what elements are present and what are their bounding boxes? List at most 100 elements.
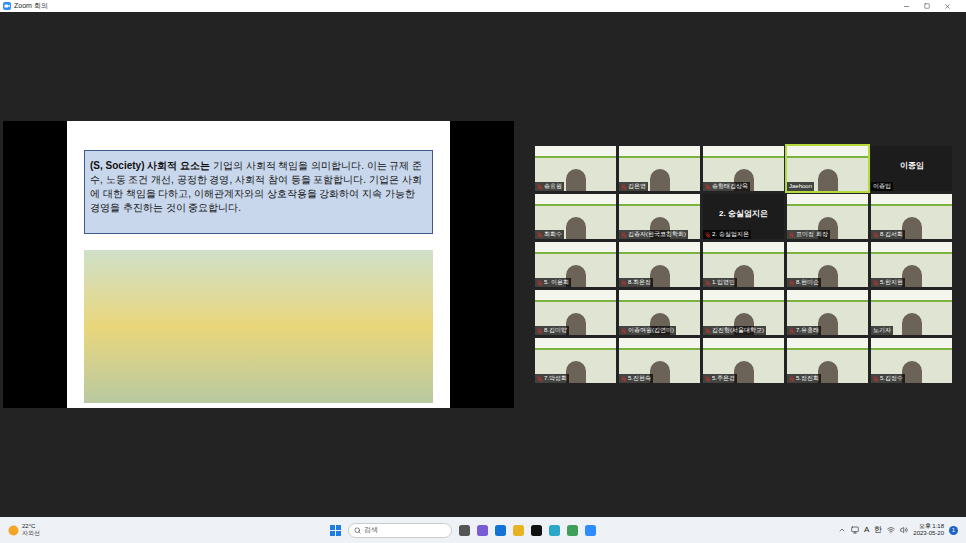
taskbar-app-icon[interactable] bbox=[549, 525, 560, 536]
name-label: 김은영 bbox=[619, 182, 648, 191]
zoom-logo-icon bbox=[3, 2, 11, 10]
slide-illustration bbox=[84, 250, 433, 403]
muted-mic-icon bbox=[621, 280, 627, 286]
participant-tile[interactable]: 8.김미양 bbox=[535, 290, 616, 335]
taskbar-app-icon[interactable] bbox=[531, 525, 542, 536]
participant-tile[interactable]: 2. 숭실엄지은 2. 숭실엄지은 bbox=[703, 194, 784, 239]
participant-tile[interactable]: 이종여원(김연미) bbox=[619, 290, 700, 335]
name-label: 노기자 bbox=[871, 326, 893, 335]
volume-icon[interactable] bbox=[900, 526, 908, 534]
participant-tile[interactable]: 김은영 bbox=[619, 146, 700, 191]
muted-mic-icon bbox=[705, 184, 711, 190]
participant-tile[interactable]: 송형태김상욱 bbox=[703, 146, 784, 191]
tray-app-icon[interactable] bbox=[851, 526, 859, 534]
name-label: 5.한지현 bbox=[871, 278, 905, 287]
participant-tile[interactable]: 이종임이종임 bbox=[871, 146, 952, 191]
participant-tile[interactable]: 8.최은정 bbox=[619, 242, 700, 287]
name-label: Jaehoon bbox=[787, 182, 814, 191]
name-label: 송효원 bbox=[535, 182, 564, 191]
taskbar-app-icon[interactable] bbox=[459, 525, 470, 536]
ime-indicator[interactable]: A bbox=[864, 524, 869, 536]
notification-badge[interactable]: 1 bbox=[949, 526, 958, 535]
muted-mic-icon bbox=[705, 280, 711, 286]
name-label: 1.임영민 bbox=[703, 278, 737, 287]
participant-tile[interactable]: Jaehoon bbox=[787, 146, 868, 191]
tray-chevron-icon[interactable] bbox=[838, 526, 846, 534]
search-icon bbox=[354, 527, 361, 534]
muted-mic-icon bbox=[537, 376, 543, 382]
title-bar: Zoom 회의 bbox=[0, 0, 966, 12]
maximize-icon[interactable] bbox=[924, 3, 930, 9]
name-label: 8.김서희 bbox=[871, 230, 905, 239]
meeting-area: (S, Society) 사회적 요소는 기업의 사회적 책임을 의미합니다. … bbox=[0, 12, 966, 517]
network-icon[interactable] bbox=[887, 526, 895, 534]
name-label: 5. 이윤희 bbox=[535, 278, 571, 287]
name-label: 7.유홍래 bbox=[787, 326, 821, 335]
participant-tile[interactable]: 노기자 bbox=[871, 290, 952, 335]
muted-mic-icon bbox=[873, 232, 879, 238]
participant-tile[interactable]: 5.김정수 bbox=[871, 338, 952, 383]
minimize-icon[interactable] bbox=[903, 3, 910, 10]
taskbar-app-icon[interactable] bbox=[477, 525, 488, 536]
muted-mic-icon bbox=[621, 232, 627, 238]
name-label: 8.김미양 bbox=[535, 326, 569, 335]
name-label: 5.진현숙 bbox=[619, 374, 653, 383]
participant-name-display: 2. 숭실엄지은 bbox=[719, 208, 768, 220]
slide: (S, Society) 사회적 요소는 기업의 사회적 책임을 의미합니다. … bbox=[67, 121, 450, 408]
name-label: 2. 숭실엄지은 bbox=[703, 230, 751, 239]
windows-start-icon[interactable] bbox=[330, 525, 341, 536]
participant-tile[interactable]: 7.유홍래 bbox=[787, 290, 868, 335]
name-label: 김종자(한국코칭학회) bbox=[619, 230, 688, 239]
name-label: 표미정 회장 bbox=[787, 230, 830, 239]
window-title: Zoom 회의 bbox=[14, 2, 48, 10]
screen: Zoom 회의 (S, Society) 사회적 요소는 기업의 사회적 책임을 … bbox=[0, 0, 966, 543]
participant-tile[interactable]: 송효원 bbox=[535, 146, 616, 191]
muted-mic-icon bbox=[537, 184, 543, 190]
participant-tile[interactable]: 김종자(한국코칭학회) bbox=[619, 194, 700, 239]
name-label: 7.박성희 bbox=[535, 374, 569, 383]
muted-mic-icon bbox=[789, 328, 795, 334]
muted-mic-icon bbox=[705, 376, 711, 382]
ime-indicator[interactable]: 한 bbox=[874, 524, 882, 536]
muted-mic-icon bbox=[537, 280, 543, 286]
participant-tile[interactable]: 5. 이윤희 bbox=[535, 242, 616, 287]
muted-mic-icon bbox=[873, 376, 879, 382]
taskbar-app-icon[interactable] bbox=[567, 525, 578, 536]
name-label: 5.주은경 bbox=[703, 374, 737, 383]
name-label: 최희수 bbox=[535, 230, 564, 239]
taskbar-app-icon[interactable] bbox=[495, 525, 506, 536]
muted-mic-icon bbox=[621, 328, 627, 334]
participant-tile[interactable]: 표미정 회장 bbox=[787, 194, 868, 239]
sun-icon bbox=[8, 525, 19, 536]
participant-tile[interactable]: 5.주은경 bbox=[703, 338, 784, 383]
taskbar-app-icon[interactable] bbox=[585, 525, 596, 536]
muted-mic-icon bbox=[621, 376, 627, 382]
weather-widget[interactable]: 22°C자외선 bbox=[8, 523, 158, 537]
participant-name-display: 이종임 bbox=[900, 160, 924, 172]
name-label: 5.정진희 bbox=[787, 374, 821, 383]
participant-tile[interactable]: 5.정진희 bbox=[787, 338, 868, 383]
slide-text-box: (S, Society) 사회적 요소는 기업의 사회적 책임을 의미합니다. … bbox=[84, 150, 433, 234]
search-box[interactable]: 검색 bbox=[348, 523, 452, 538]
gallery: 송효원 김은영 송형태김상욱Jaehoon 이종임이종임최희수 김종자(한국코칭학회) 2… bbox=[535, 146, 952, 383]
participant-tile[interactable]: 7.박성희 bbox=[535, 338, 616, 383]
close-icon[interactable] bbox=[944, 3, 951, 10]
participant-tile[interactable]: 1.임영민 bbox=[703, 242, 784, 287]
shared-screen: (S, Society) 사회적 요소는 기업의 사회적 책임을 의미합니다. … bbox=[3, 121, 514, 408]
participant-tile[interactable]: 5.진현숙 bbox=[619, 338, 700, 383]
clock[interactable]: 오후 1:182023-05-20 bbox=[913, 523, 944, 537]
participant-tile[interactable]: 최희수 bbox=[535, 194, 616, 239]
muted-mic-icon bbox=[789, 232, 795, 238]
muted-mic-icon bbox=[789, 280, 795, 286]
participant-tile[interactable]: 8.현미순 bbox=[787, 242, 868, 287]
participant-tile[interactable]: 8.김서희 bbox=[871, 194, 952, 239]
name-label: 5.김정수 bbox=[871, 374, 905, 383]
participant-tile[interactable]: 김진형(서울대학교) bbox=[703, 290, 784, 335]
muted-mic-icon bbox=[873, 280, 879, 286]
taskbar-app-icon[interactable] bbox=[513, 525, 524, 536]
muted-mic-icon bbox=[705, 232, 711, 238]
muted-mic-icon bbox=[621, 184, 627, 190]
taskbar: 22°C자외선 검색 A한 오후 1:182023-05-20 1 bbox=[0, 517, 966, 543]
participant-tile[interactable]: 5.한지현 bbox=[871, 242, 952, 287]
name-label: 이종여원(김연미) bbox=[619, 326, 676, 335]
